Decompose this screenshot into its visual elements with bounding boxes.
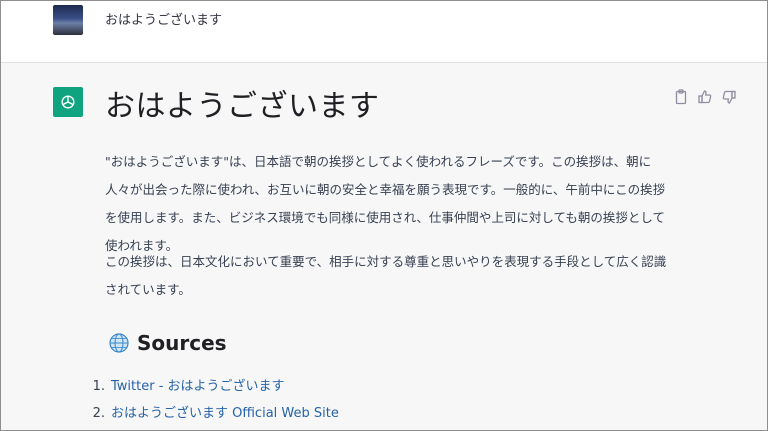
thumbs-down-icon (722, 90, 736, 104)
thumbs-up-button[interactable] (697, 89, 713, 105)
source-number: 2. (92, 406, 105, 421)
thumbs-up-icon (698, 90, 712, 104)
response-paragraph-2: この挨拶は、日本文化において重要で、相手に対する尊重と思いやりを表現する手段とし… (105, 254, 667, 297)
sources-list: 1. Twitter - おはようございます 2. おはようございます Offi… (91, 373, 339, 427)
message-actions (673, 89, 737, 105)
sources-title: Sources (137, 331, 227, 355)
sources-header: Sources (109, 331, 227, 355)
user-message-text: おはようございます (105, 13, 223, 28)
user-avatar (53, 5, 83, 35)
source-link-official-site[interactable]: おはようございます Official Web Site (111, 400, 339, 427)
source-link-twitter[interactable]: Twitter - おはようございます (111, 373, 285, 400)
source-item: 1. Twitter - おはようございます (91, 373, 339, 400)
assistant-avatar (53, 87, 83, 117)
globe-icon (109, 333, 129, 353)
openai-logo-icon (61, 95, 75, 109)
thumbs-down-button[interactable] (721, 89, 737, 105)
user-message-row: おはようございます (1, 1, 767, 63)
response-heading: おはようございます (105, 89, 380, 124)
copy-button[interactable] (673, 89, 689, 105)
chat-window: おはようございます おはようございます "おはようございます"は、日本語で朝の挨… (0, 0, 768, 431)
clipboard-icon (675, 89, 687, 105)
response-paragraph-1: "おはようございます"は、日本語で朝の挨拶としてよく使われるフレーズです。この挨… (105, 154, 666, 253)
source-item: 2. おはようございます Official Web Site (91, 400, 339, 427)
source-number: 1. (92, 379, 105, 394)
